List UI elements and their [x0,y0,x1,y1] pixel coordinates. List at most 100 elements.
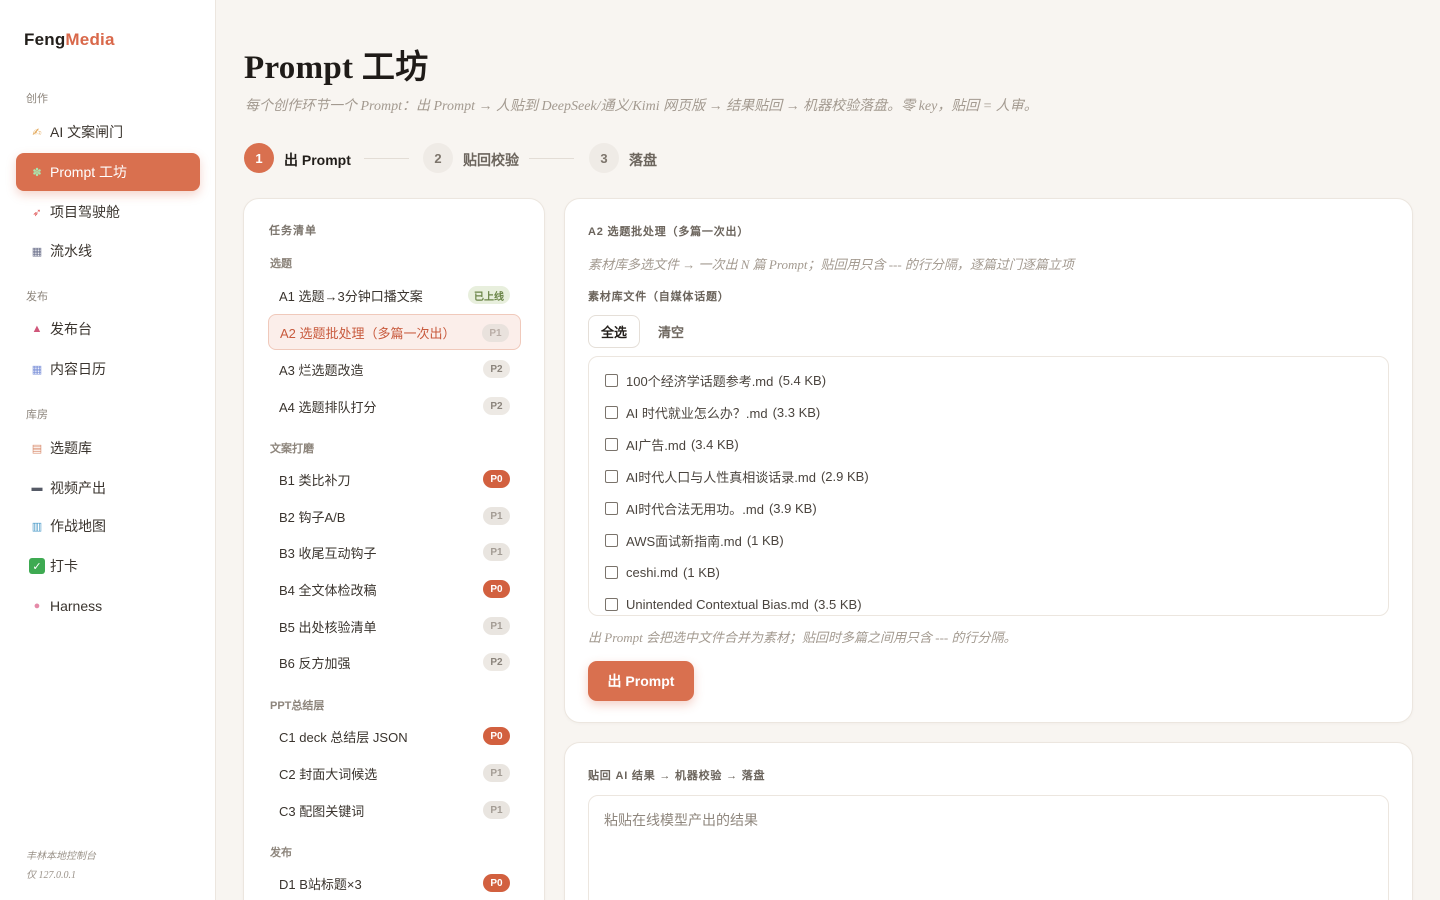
checkbox[interactable] [605,565,618,579]
sidebar-item-project-cockpit[interactable]: ➶ 项目驾驶舱 [16,193,200,231]
step-connector [529,158,574,159]
nav-section-publish: 发布 [26,291,48,303]
file-size: (1 KB) [746,532,784,548]
step-3-label[interactable]: 落盘 [629,150,657,170]
task-row-c2[interactable]: C2 封面大词候选 P1 [268,755,521,791]
step-2-circle[interactable]: 2 [423,143,453,173]
task-row-b2[interactable]: B2 钩子A/B P1 [268,498,521,534]
brand-logo[interactable]: FengMedia [24,30,115,50]
brain-icon: ● [33,600,41,612]
sidebar: FengMedia 创作 ✍ AI 文案闸门 ✽ Prompt 工坊 ➶ 项目驾… [0,0,216,900]
generate-prompt-button[interactable]: 出 Prompt [588,661,694,701]
task-label: B3 收尾互动钩子 [279,545,377,561]
checkbox[interactable] [605,533,618,547]
file-item[interactable]: AI时代人口与人性真相谈话录.md (2.9 KB) [605,466,869,486]
sidebar-item-publish-desk[interactable]: ▲ 发布台 [16,310,200,348]
step-1-label[interactable]: 出 Prompt [284,150,351,170]
step-2-label[interactable]: 贴回校验 [463,150,519,170]
source-files-label: 素材库文件（自媒体话题） [588,291,730,303]
step-connector [364,158,409,159]
priority-badge: P1 [483,617,510,635]
file-item[interactable]: AI广告.md (3.4 KB) [605,434,739,454]
task-label: B1 类比补刀 [279,472,351,488]
file-size: (5.4 KB) [778,372,827,388]
task-detail-description: 素材库多选文件 → 一次出 N 篇 Prompt；贴回用只含 --- 的行分隔，… [588,257,1074,272]
sidebar-item-topic-library[interactable]: ▤ 选题库 [16,429,200,467]
file-item[interactable]: AI 时代就业怎么办？.md (3.3 KB) [605,402,820,422]
task-group-topics: 选题 [270,258,292,270]
file-item[interactable]: ceshi.md (1 KB) [605,562,720,582]
task-row-a3[interactable]: A3 烂选题改造 P2 [268,351,521,387]
select-all-button[interactable]: 全选 [588,315,640,348]
task-row-b1[interactable]: B1 类比补刀 P0 [268,461,521,497]
sidebar-item-label: 流水线 [50,243,92,259]
task-group-ppt: PPT总结层 [270,700,325,712]
checkbox[interactable] [605,501,618,515]
paste-result-panel: 贴回 AI 结果 → 机器校验 → 落盘 [564,742,1413,900]
checkbox[interactable] [605,597,618,611]
task-group-copy-polish: 文案打磨 [270,443,314,455]
rocket-icon: ➶ [32,206,42,219]
sidebar-item-ai-copy-gate[interactable]: ✍ AI 文案闸门 [16,113,200,151]
file-item[interactable]: 100个经济学话题参考.md (5.4 KB) [605,370,826,390]
sidebar-item-harness[interactable]: ● Harness [16,587,200,625]
task-row-c1[interactable]: C1 deck 总结层 JSON P0 [268,718,521,754]
task-row-a1[interactable]: A1 选题→3分钟口播文案 已上线 [268,277,521,313]
checkbox[interactable] [605,469,618,483]
sidebar-item-label: 打卡 [50,558,78,574]
paste-result-textarea[interactable] [588,795,1389,900]
priority-badge: P1 [483,801,510,819]
task-label: B4 全文体检改稿 [279,582,377,598]
file-size: (1 KB) [683,564,720,580]
clear-button[interactable]: 清空 [649,315,693,348]
task-row-b6[interactable]: B6 反方加强 P2 [268,644,521,680]
task-label: A2 选题批处理（多篇一次出） [280,325,456,341]
sidebar-item-label: 选题库 [50,440,92,456]
file-size: (3.3 KB) [772,404,821,420]
map-icon: ▥ [31,520,43,533]
priority-badge: P2 [483,397,510,415]
file-size: (3.4 KB) [690,436,739,452]
sidebar-item-video-output[interactable]: ▬ 视频产出 [16,469,200,507]
file-name: AI广告.md [626,437,686,453]
sidebar-item-content-calendar[interactable]: ▦ 内容日历 [16,350,200,388]
task-row-b5[interactable]: B5 出处核验清单 P1 [268,608,521,644]
task-label: B5 出处核验清单 [279,619,377,635]
step-3-circle[interactable]: 3 [589,143,619,173]
task-row-a2[interactable]: A2 选题批处理（多篇一次出） P1 [268,314,521,350]
file-name: AI 时代就业怎么办？.md [626,405,768,421]
file-name: AI时代人口与人性真相谈话录.md [626,469,816,485]
page-subtitle: 每个创作环节一个 Prompt：出 Prompt → 人贴到 DeepSeek/… [245,99,1038,114]
file-item[interactable]: AWS面试新指南.md (1 KB) [605,530,784,550]
task-row-b4[interactable]: B4 全文体检改稿 P0 [268,571,521,607]
task-label: D1 B站标题×3 [279,876,362,892]
checkbox[interactable] [605,373,618,387]
checkbox[interactable] [605,437,618,451]
file-name: ceshi.md [626,564,679,580]
step-1-circle[interactable]: 1 [244,143,274,173]
task-row-a4[interactable]: A4 选题排队打分 P2 [268,388,521,424]
clapper-icon: ▦ [31,245,43,258]
sidebar-item-pipeline[interactable]: ▦ 流水线 [16,232,200,270]
outbox-icon: ▲ [31,323,43,335]
checkbox[interactable] [605,405,618,419]
file-item[interactable]: AI时代合法无用功。.md (3.9 KB) [605,498,817,518]
task-label: C1 deck 总结层 JSON [279,729,408,745]
sidebar-item-label: Prompt 工坊 [50,164,128,180]
sidebar-item-checkin[interactable]: ✓ 打卡 [16,547,200,585]
sidebar-item-label: 发布台 [50,321,92,337]
sidebar-item-label: 项目驾驶舱 [50,204,120,220]
file-name: AWS面试新指南.md [626,533,742,549]
task-label: C2 封面大词候选 [279,766,378,782]
task-detail-heading: A2 选题批处理（多篇一次出） [588,226,750,238]
priority-badge: P0 [483,470,510,488]
sidebar-item-prompt-workshop[interactable]: ✽ Prompt 工坊 [16,153,200,191]
footer-host: 仅 127.0.0.1 [26,870,76,881]
task-row-d1[interactable]: D1 B站标题×3 P0 [268,865,521,900]
file-name: Unintended Contextual Bias.md [626,596,809,612]
task-row-c3[interactable]: C3 配图关键词 P1 [268,792,521,828]
sidebar-item-label: AI 文案闸门 [50,124,124,140]
task-row-b3[interactable]: B3 收尾互动钩子 P1 [268,534,521,570]
sidebar-item-battle-map[interactable]: ▥ 作战地图 [16,507,200,545]
file-item[interactable]: Unintended Contextual Bias.md (3.5 KB) [605,594,862,614]
